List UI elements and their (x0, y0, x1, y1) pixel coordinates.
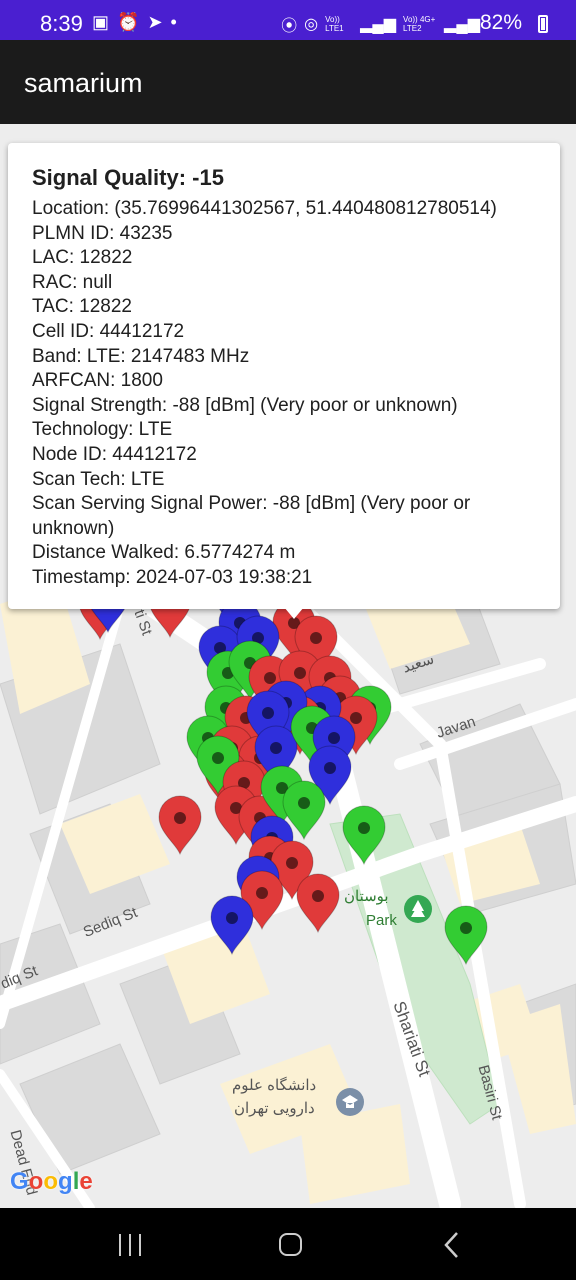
info-line: RAC: null (32, 271, 113, 293)
app-title: samarium (24, 68, 143, 98)
info-line: Technology: LTE (32, 419, 173, 441)
label-park-fa: بوستان (344, 888, 389, 905)
navigation-bar (0, 1208, 576, 1280)
park-pin-icon (404, 895, 432, 923)
back-icon[interactable] (430, 1230, 470, 1260)
info-line: Scan Serving Signal Power: -88 [dBm] (Ve… (32, 493, 471, 539)
info-line: Band: LTE: 2147483 MHz (32, 345, 250, 367)
battery-icon (538, 15, 548, 33)
map-marker-red[interactable] (158, 795, 202, 856)
location-icon: ⦿ (281, 18, 298, 35)
info-line: TAC: 12822 (32, 296, 132, 318)
status-time: 8:39 (40, 11, 83, 36)
label-park: Park (366, 912, 397, 929)
info-line: Distance Walked: 6.5774274 m (32, 542, 296, 564)
info-window: Signal Quality: -15 Location: (35.769964… (8, 143, 560, 609)
info-title: Signal Quality: -15 (32, 165, 224, 190)
google-logo: Google (10, 1168, 93, 1195)
signal2-icon: ▂▄▆ (444, 16, 480, 33)
map-marker-red[interactable] (296, 873, 340, 934)
signal1-icon: ▂▄▆ (360, 16, 397, 33)
info-line: Node ID: 44412172 (32, 443, 197, 465)
gallery-icon: ▣ (92, 12, 110, 32)
label-university-line2: دارویی تهران (234, 1100, 315, 1117)
info-line: Timestamp: 2024-07-03 19:38:21 (32, 566, 313, 588)
university-pin-icon (336, 1088, 364, 1116)
info-window-pointer (284, 607, 304, 619)
label-university-line1: دانشگاه علوم (232, 1077, 317, 1094)
home-icon[interactable] (270, 1230, 310, 1260)
status-system-icons: ⦿ ◎ Vo)) LTE1 ▂▄▆ Vo)) 4G+ LTE2 ▂▄▆ (281, 12, 480, 36)
app-bar: samarium (0, 40, 576, 124)
net1-label: Vo)) LTE1 (325, 15, 344, 33)
info-line: Cell ID: 44412172 (32, 320, 185, 342)
dot-icon: • (170, 12, 177, 32)
info-line: ARFCAN: 1800 (32, 370, 163, 392)
status-notification-icons: ▣ ⏰ ➤ • (92, 12, 177, 33)
alarm-icon: ⏰ (117, 12, 140, 32)
net2-label: Vo)) 4G+ LTE2 (403, 15, 436, 33)
telegram-icon: ➤ (147, 12, 163, 32)
info-lines: Location: (35.76996441302567, 51.4404808… (32, 197, 550, 591)
hotspot-icon: ◎ (304, 16, 319, 33)
info-line: Signal Strength: -88 [dBm] (Very poor or… (32, 394, 458, 416)
recents-icon[interactable] (110, 1230, 150, 1260)
info-line: Scan Tech: LTE (32, 468, 165, 490)
info-line: LAC: 12822 (32, 247, 133, 269)
battery-percent: 82% (479, 11, 522, 34)
info-line: PLMN ID: 43235 (32, 222, 173, 244)
info-line: Location: (35.76996441302567, 51.4404808… (32, 198, 497, 219)
